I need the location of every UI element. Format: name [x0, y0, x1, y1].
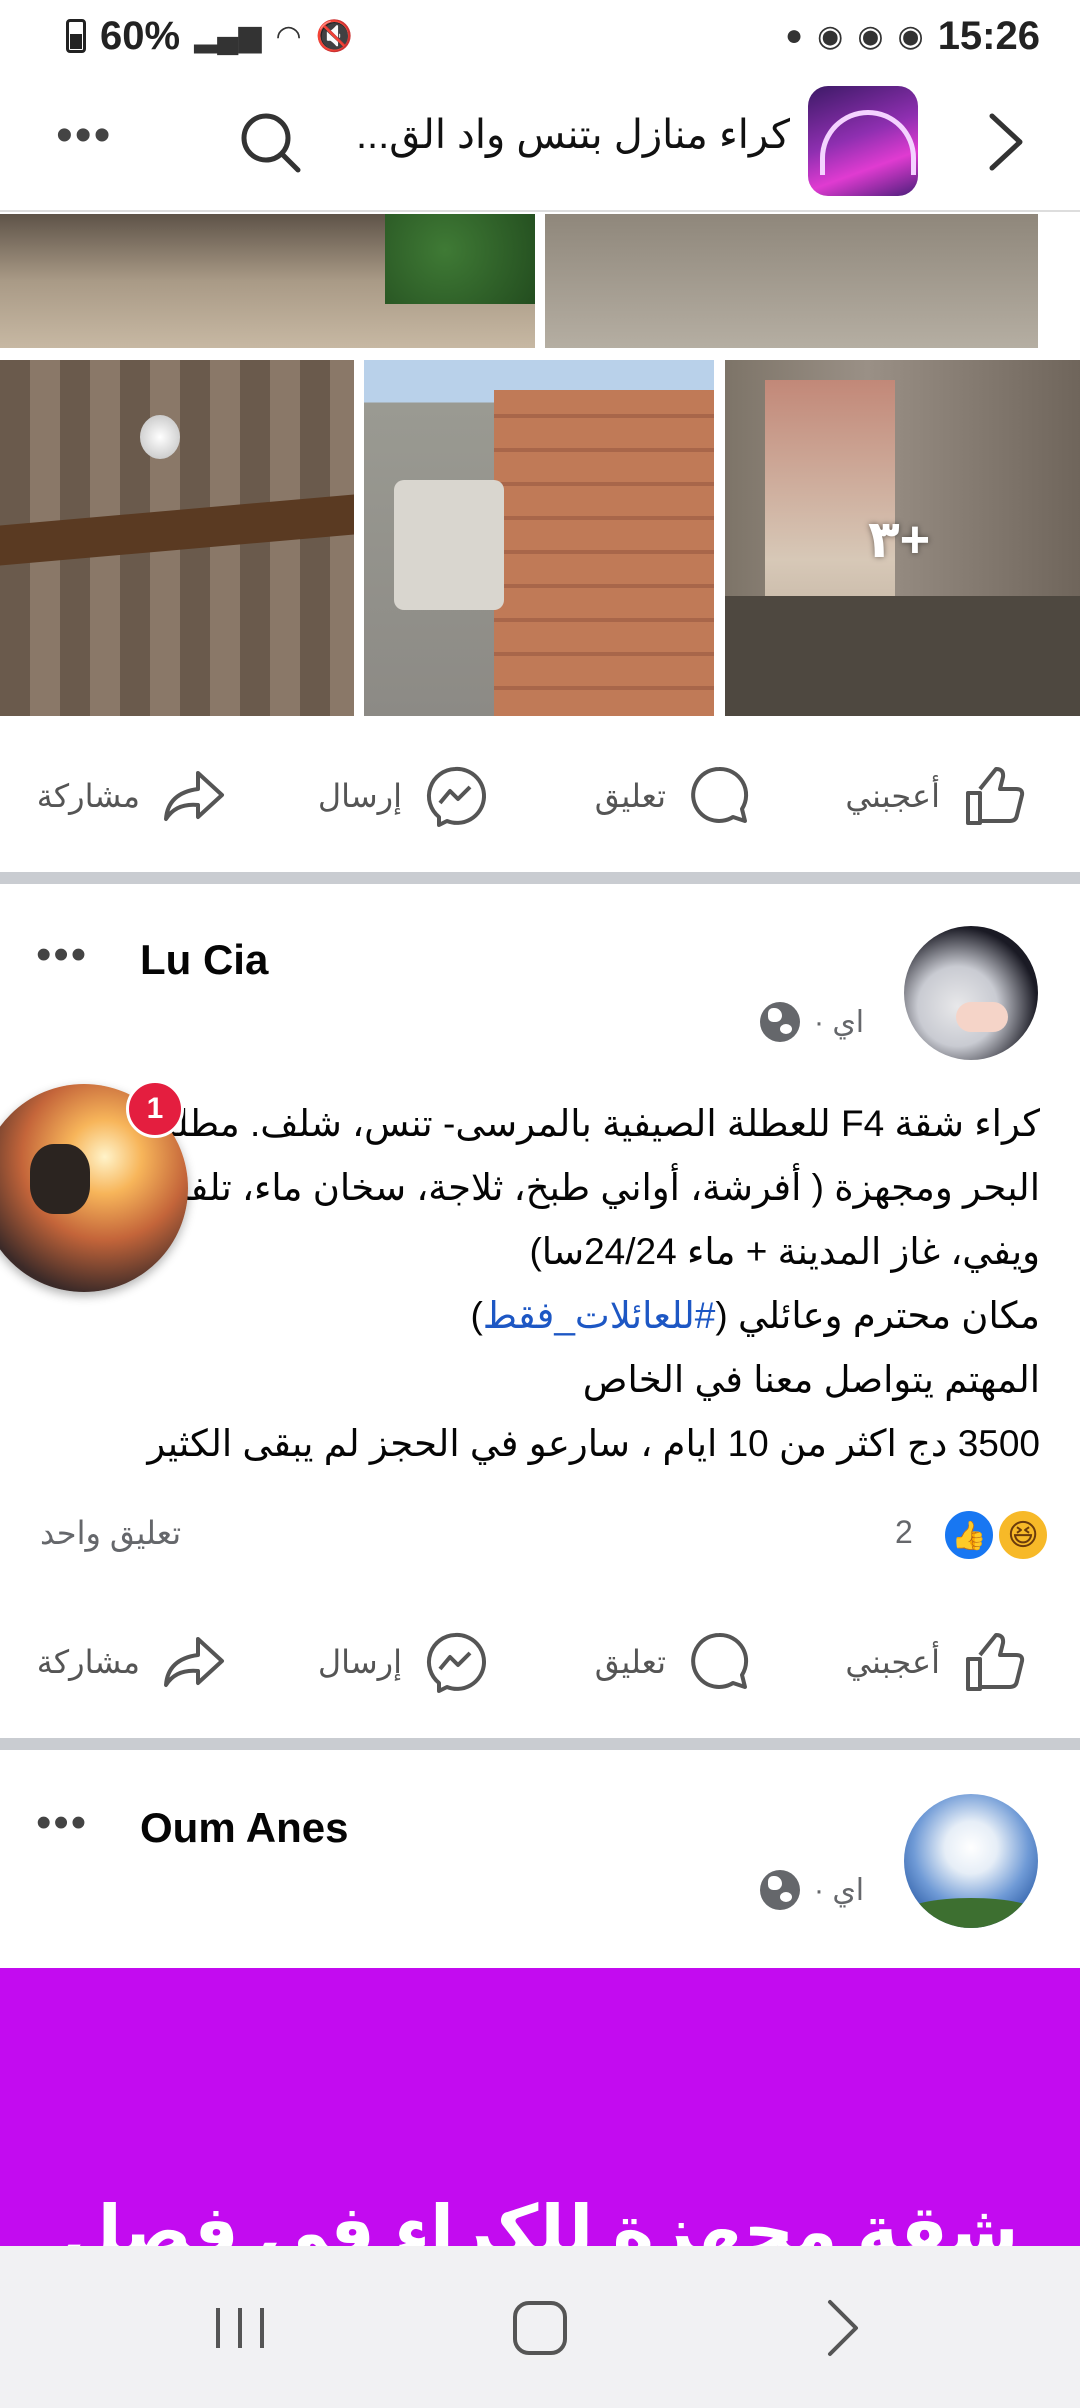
banner-text: شقة مجهزة للكراء في فصل: [61, 2192, 1019, 2246]
snapchat-icon: ◉: [817, 19, 844, 53]
group-avatar[interactable]: [808, 86, 918, 196]
share-button[interactable]: مشاركة: [37, 1632, 228, 1692]
notification-dot-icon: ●: [785, 19, 804, 52]
post-more-icon[interactable]: •••: [36, 1798, 88, 1848]
reaction-count[interactable]: 2: [895, 1514, 913, 1551]
post-banner-image[interactable]: شقة مجهزة للكراء في فصل: [0, 1968, 1080, 2246]
hashtag-link[interactable]: #للعائلات_فقط: [483, 1295, 716, 1336]
comment-icon: [691, 766, 749, 823]
post-more-icon[interactable]: •••: [36, 930, 88, 980]
post-time: اي ·: [814, 1873, 865, 1907]
like-reaction-icon: 👍: [942, 1508, 996, 1562]
status-right: ● ◉ ◉ ◉ 15:26: [785, 14, 1040, 59]
share-icon: [164, 1637, 224, 1687]
reaction-icons: 👍 😆: [942, 1508, 1050, 1562]
share-label: مشاركة: [36, 778, 140, 814]
post-photo[interactable]: [0, 214, 535, 348]
group-header: ••• كراء منازل بتنس واد الق...: [0, 72, 1080, 212]
comment-count[interactable]: تعليق واحد: [40, 1514, 181, 1552]
clock: 15:26: [937, 13, 1040, 58]
share-label: مشاركة: [36, 1644, 140, 1680]
signal-icon: ▂▄▆: [194, 19, 262, 53]
send-label: إرسال: [317, 778, 402, 814]
like-icon: [966, 1633, 1025, 1691]
mute-icon: 🔇: [315, 19, 354, 53]
recent-apps-icon[interactable]: [200, 2288, 280, 2368]
like-button[interactable]: أعجبني: [845, 1632, 1028, 1692]
more-photos-count: +٣: [868, 511, 931, 569]
messenger-icon: ◉: [857, 19, 884, 53]
author-name[interactable]: Lu Cia: [140, 936, 268, 984]
comment-label: تعليق: [594, 1644, 666, 1680]
post-line: المهتم يتواصل معنا في الخاص: [582, 1359, 1040, 1400]
post-meta: اي ·: [760, 1870, 864, 1910]
send-label: إرسال: [317, 1644, 402, 1680]
send-button[interactable]: إرسال: [317, 1632, 490, 1693]
post-photo[interactable]: [0, 360, 354, 716]
messenger-icon-2: ◉: [897, 19, 924, 53]
haha-reaction-icon: 😆: [996, 1508, 1050, 1562]
comment-label: تعليق: [594, 778, 666, 814]
send-button[interactable]: إرسال: [317, 766, 490, 827]
system-nav-bar: [0, 2246, 1080, 2408]
author-avatar[interactable]: [904, 926, 1038, 1060]
post-photo[interactable]: [364, 360, 714, 716]
post-meta: اي ·: [760, 1002, 864, 1042]
messenger-icon: [426, 1632, 486, 1693]
wifi-icon: ◠: [275, 19, 302, 53]
comment-icon: [691, 1632, 749, 1689]
post-photo[interactable]: [545, 214, 1038, 348]
post-line: 3500 دج اكثر من 10 ايام ، سارعو في الحجز…: [147, 1423, 1040, 1464]
post-line: ويفي، غاز المدينة + ماء 24/24سا): [529, 1231, 1040, 1272]
search-icon[interactable]: [236, 108, 304, 176]
home-icon[interactable]: [500, 2288, 580, 2368]
chat-head-badge: 1: [126, 1080, 184, 1138]
status-left: 60% ▂▄▆ ◠ 🔇: [66, 14, 353, 59]
globe-icon: [760, 1870, 800, 1910]
like-icon: [966, 767, 1025, 825]
post-text: كراء شقة F4 للعطلة الصيفية بالمرسى- تنس،…: [30, 1092, 1040, 1476]
post-divider: [0, 1738, 1080, 1750]
battery-icon: [66, 19, 86, 53]
back-icon[interactable]: [800, 2288, 880, 2368]
post-line-text: مكان محترم وعائلي (: [715, 1295, 1040, 1336]
post-time: اي ·: [814, 1005, 865, 1039]
messenger-icon: [426, 766, 486, 827]
globe-icon: [760, 1002, 800, 1042]
post-actions: أعجبني تعليق إرسال مشاركة: [0, 746, 1080, 846]
like-label: أعجبني: [845, 1644, 940, 1680]
share-button[interactable]: مشاركة: [37, 766, 228, 826]
battery-percent: 60%: [100, 13, 181, 58]
reaction-summary[interactable]: تعليق واحد 2 👍 😆: [0, 1508, 1080, 1564]
like-label: أعجبني: [845, 778, 940, 814]
like-button[interactable]: أعجبني: [845, 766, 1028, 826]
author-avatar[interactable]: [904, 1794, 1038, 1928]
share-icon: [164, 771, 224, 821]
post-actions: أعجبني تعليق إرسال مشاركة: [0, 1612, 1080, 1712]
more-icon[interactable]: •••: [56, 108, 112, 163]
group-title[interactable]: كراء منازل بتنس واد الق...: [330, 112, 790, 158]
post-line-hashtag: مكان محترم وعائلي (#للعائلات_فقط): [30, 1284, 1040, 1348]
status-bar: 60% ▂▄▆ ◠ 🔇 ● ◉ ◉ ◉ 15:26: [0, 0, 1080, 72]
comment-button[interactable]: تعليق: [595, 766, 754, 826]
hashtag-close: ): [470, 1295, 483, 1336]
author-name[interactable]: Oum Anes: [140, 1804, 348, 1852]
post-divider: [0, 872, 1080, 884]
comment-button[interactable]: تعليق: [595, 1632, 754, 1692]
back-chevron-icon[interactable]: [976, 106, 1036, 178]
